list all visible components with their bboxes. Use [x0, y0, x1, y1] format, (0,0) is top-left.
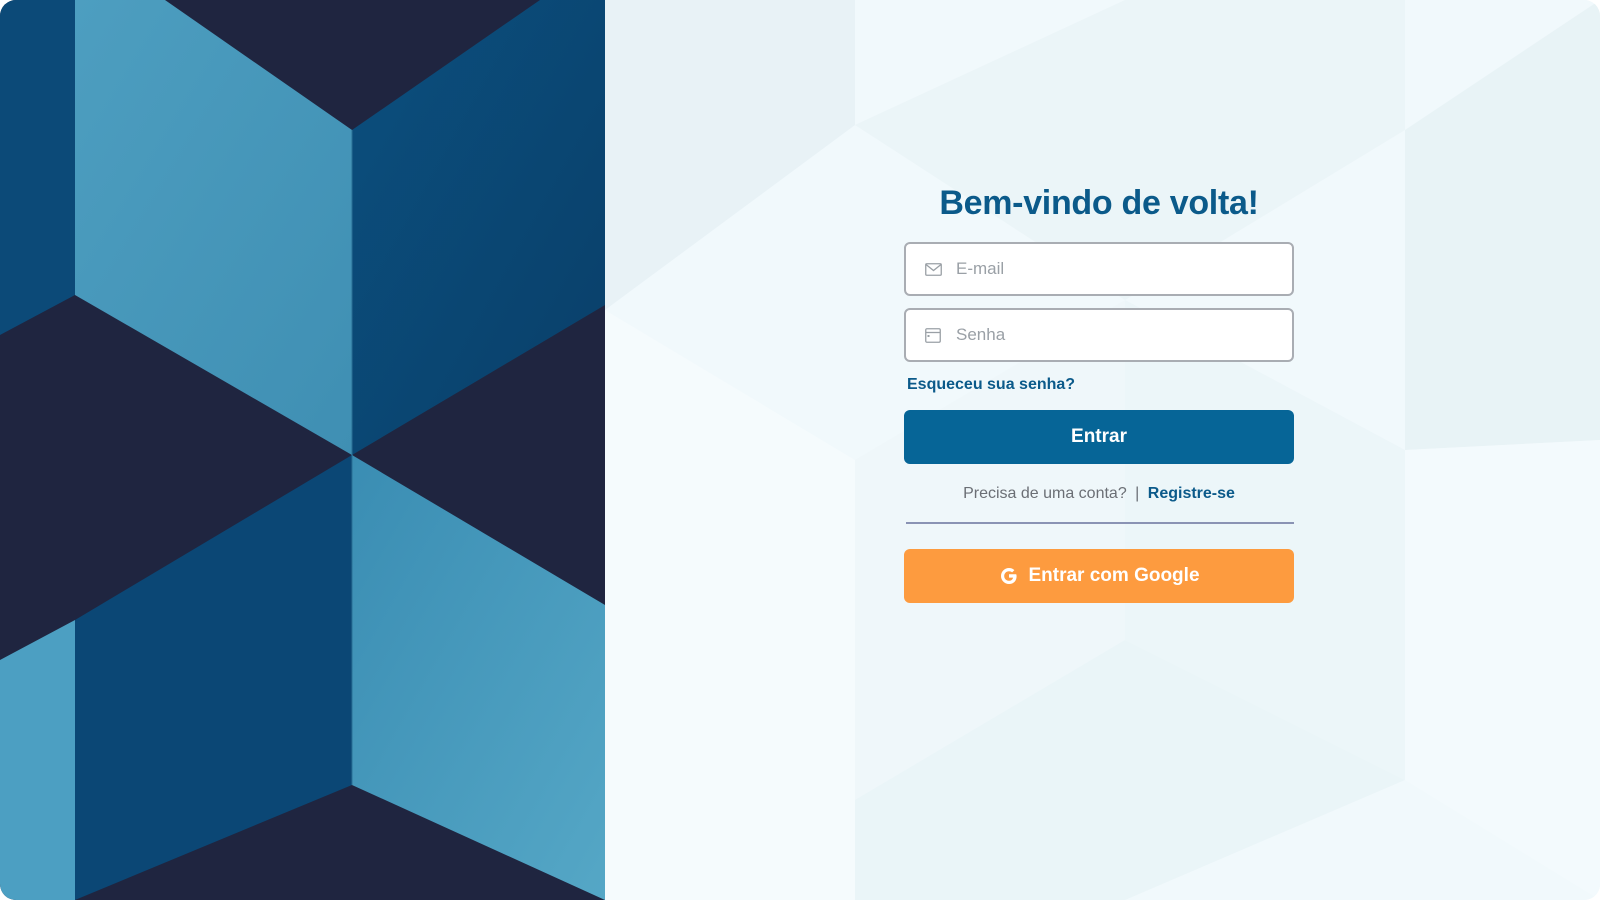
decorative-cube-wall-image	[0, 0, 605, 900]
forgot-password-link[interactable]: Esqueceu sua senha?	[907, 374, 1294, 396]
page-title: Bem-vindo de volta!	[939, 184, 1259, 222]
password-field[interactable]	[904, 308, 1294, 362]
google-login-button[interactable]: Entrar com Google	[904, 549, 1294, 603]
password-input[interactable]	[956, 320, 1256, 350]
register-separator: |	[1135, 485, 1140, 502]
email-input[interactable]	[956, 254, 1256, 284]
register-row: Precisa de uma conta? | Registre-se	[904, 483, 1294, 505]
google-g-icon	[998, 565, 1020, 587]
register-prompt: Precisa de uma conta?	[963, 485, 1127, 502]
google-login-label: Entrar com Google	[1028, 565, 1200, 586]
email-field[interactable]	[904, 242, 1294, 296]
register-link[interactable]: Registre-se	[1148, 485, 1235, 502]
divider	[906, 522, 1294, 524]
login-button[interactable]: Entrar	[904, 410, 1294, 464]
login-form: Bem-vindo de volta! Esqueceu sua senha?	[904, 176, 1294, 603]
cube-pattern	[0, 0, 605, 900]
card-icon	[924, 326, 942, 344]
login-page: Bem-vindo de volta! Esqueceu sua senha?	[0, 0, 1600, 900]
envelope-icon	[924, 260, 942, 278]
